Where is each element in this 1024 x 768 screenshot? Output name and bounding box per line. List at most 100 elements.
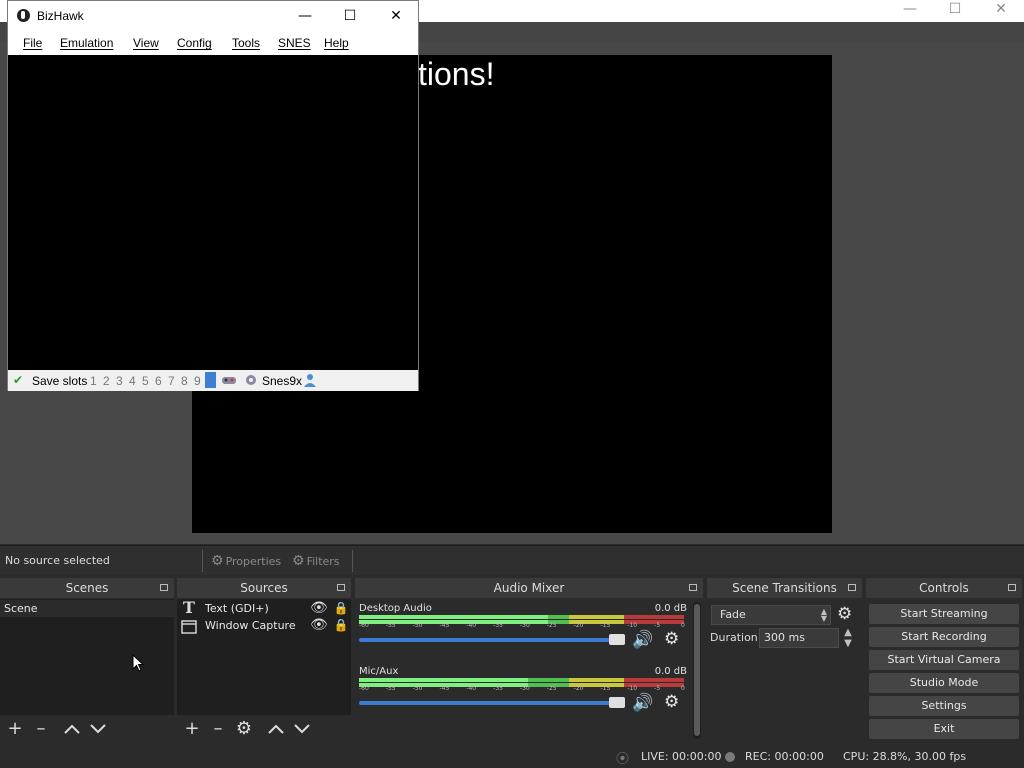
filters-button[interactable]: ⚙ Filters xyxy=(292,549,340,573)
menu-file[interactable]: File xyxy=(23,36,42,50)
undock-icon[interactable] xyxy=(848,584,856,591)
menu-help[interactable]: Help xyxy=(324,36,349,50)
start-recording-button[interactable]: Start Recording xyxy=(869,627,1019,647)
save-slot-4[interactable]: 4 xyxy=(129,374,136,388)
meter-tick-label: -35 xyxy=(493,685,503,692)
speaker-icon[interactable]: 🔊 xyxy=(632,693,653,713)
remove-icon[interactable]: – xyxy=(208,719,228,739)
meter-tick-label: -10 xyxy=(627,685,638,692)
maximize-icon[interactable]: ☐ xyxy=(339,7,361,25)
volume-slider-knob[interactable] xyxy=(609,697,625,708)
source-toolbar: No source selected ⚙ Properties ⚙ Filters xyxy=(0,545,1024,575)
lock-icon[interactable]: 🔒 xyxy=(333,600,349,616)
scenes-list[interactable]: Scene xyxy=(0,599,174,715)
save-slot-8[interactable]: 8 xyxy=(181,374,188,388)
menu-config[interactable]: Config xyxy=(177,36,212,50)
chevron-up-icon[interactable] xyxy=(62,719,82,739)
gear-icon[interactable]: ⚙ xyxy=(234,719,254,739)
audio-mixer-title: Audio Mixer xyxy=(355,578,703,598)
scene-transitions-dock: Scene Transitions Fade ▲ ▼ ⚙ Duration 300… xyxy=(707,578,862,743)
maximize-icon[interactable]: ☐ xyxy=(932,2,978,24)
meter-tick-label: 0 xyxy=(681,685,685,692)
save-slot-6[interactable]: 6 xyxy=(155,374,162,388)
bizhawk-status-bar: ✔ Save slots 1 2 3 4 5 6 7 8 9 Snes9x xyxy=(8,370,418,391)
undock-icon[interactable] xyxy=(689,584,697,591)
close-icon[interactable]: ✕ xyxy=(385,7,407,25)
start-streaming-button[interactable]: Start Streaming xyxy=(869,604,1019,624)
meter-tick-label: -40 xyxy=(466,685,477,692)
sources-list[interactable]: T Text (GDI+) 👁 🔒 Window Capture 👁 🔒 xyxy=(177,599,351,715)
save-slot-1[interactable]: 1 xyxy=(90,374,97,388)
meter-tick-label: -30 xyxy=(520,622,530,629)
volume-slider-knob[interactable] xyxy=(609,634,625,645)
separator xyxy=(202,550,203,572)
live-status: LIVE: 00:00:00 xyxy=(641,750,722,763)
preview-text: tions! xyxy=(418,56,495,92)
add-icon[interactable]: + xyxy=(5,719,25,739)
settings-button[interactable]: Settings xyxy=(869,696,1019,716)
save-slot-7[interactable]: 7 xyxy=(168,374,175,388)
close-icon[interactable]: ✕ xyxy=(978,2,1024,24)
speaker-icon[interactable]: 🔊 xyxy=(632,630,653,650)
meter-tick-label: -5 xyxy=(654,685,661,692)
start-virtual-camera-button[interactable]: Start Virtual Camera xyxy=(869,650,1019,670)
menu-tools[interactable]: Tools xyxy=(232,36,260,50)
eye-icon[interactable]: 👁 xyxy=(310,617,328,633)
minimize-icon[interactable]: — xyxy=(887,2,933,24)
chevron-down-icon[interactable] xyxy=(292,719,312,739)
track-name: Mic/Aux xyxy=(359,666,399,677)
save-slots-label: Save slots xyxy=(32,374,88,388)
meter-tick-label: -50 xyxy=(412,685,423,692)
user-icon xyxy=(304,374,316,387)
menu-view[interactable]: View xyxy=(133,36,159,50)
scene-item[interactable]: Scene xyxy=(0,600,174,617)
track-db: 0.0 dB xyxy=(654,603,687,614)
volume-slider[interactable] xyxy=(359,701,624,705)
chevron-down-icon[interactable] xyxy=(88,719,108,739)
undock-icon[interactable] xyxy=(1008,584,1016,591)
source-item[interactable]: T Text (GDI+) 👁 🔒 xyxy=(177,600,351,617)
studio-mode-button[interactable]: Studio Mode xyxy=(869,673,1019,693)
bizhawk-window[interactable]: BizHawk — ☐ ✕ File Emulation View Config… xyxy=(7,0,419,391)
chevron-up-icon[interactable] xyxy=(266,719,286,739)
track-name: Desktop Audio xyxy=(359,603,432,614)
undock-icon[interactable] xyxy=(337,584,345,591)
menu-emulation[interactable]: Emulation xyxy=(60,36,113,50)
remove-icon[interactable]: – xyxy=(31,719,51,739)
save-slot-2[interactable]: 2 xyxy=(103,374,110,388)
meter-tick-label: -25 xyxy=(546,685,557,692)
save-slot-0-active[interactable] xyxy=(205,372,216,388)
menu-snes[interactable]: SNES xyxy=(278,36,311,50)
rec-status: REC: 00:00:00 xyxy=(745,750,824,763)
volume-slider[interactable] xyxy=(359,638,624,642)
meter-tick-label: 0 xyxy=(681,622,685,629)
mixer-scrollbar[interactable] xyxy=(693,602,701,739)
properties-button[interactable]: ⚙ Properties xyxy=(211,549,281,573)
add-icon[interactable]: + xyxy=(182,719,202,739)
sources-title: Sources xyxy=(177,578,351,598)
transition-select[interactable]: Fade ▲ ▼ xyxy=(711,605,831,625)
save-slot-5[interactable]: 5 xyxy=(142,374,149,388)
exit-button[interactable]: Exit xyxy=(869,719,1019,739)
save-slot-3[interactable]: 3 xyxy=(116,374,123,388)
lock-icon[interactable]: 🔒 xyxy=(333,617,349,633)
bizhawk-title-bar[interactable]: BizHawk — ☐ ✕ xyxy=(8,1,418,31)
meter-tick-label: -40 xyxy=(466,622,477,629)
gear-icon[interactable]: ⚙ xyxy=(837,604,852,624)
scenes-toolbar: + – xyxy=(0,715,174,743)
undock-icon[interactable] xyxy=(160,584,168,591)
emulator-screen[interactable] xyxy=(8,55,418,370)
duration-input[interactable]: 300 ms xyxy=(759,628,839,648)
meter-tick-label: -55 xyxy=(385,622,396,629)
gear-icon[interactable]: ⚙ xyxy=(664,629,679,649)
eye-icon[interactable]: 👁 xyxy=(310,600,328,616)
sources-toolbar: + – ⚙ xyxy=(177,715,351,743)
meter-tick-label: -60 xyxy=(359,622,369,629)
minimize-icon[interactable]: — xyxy=(294,7,316,25)
save-slot-9[interactable]: 9 xyxy=(194,374,201,388)
scrollbar-thumb[interactable] xyxy=(694,604,700,736)
source-item[interactable]: Window Capture 👁 🔒 xyxy=(177,617,351,634)
gear-icon[interactable]: ⚙ xyxy=(664,692,679,712)
volume-meter xyxy=(359,678,684,682)
duration-spinner[interactable]: ▲ ▼ xyxy=(841,627,855,649)
